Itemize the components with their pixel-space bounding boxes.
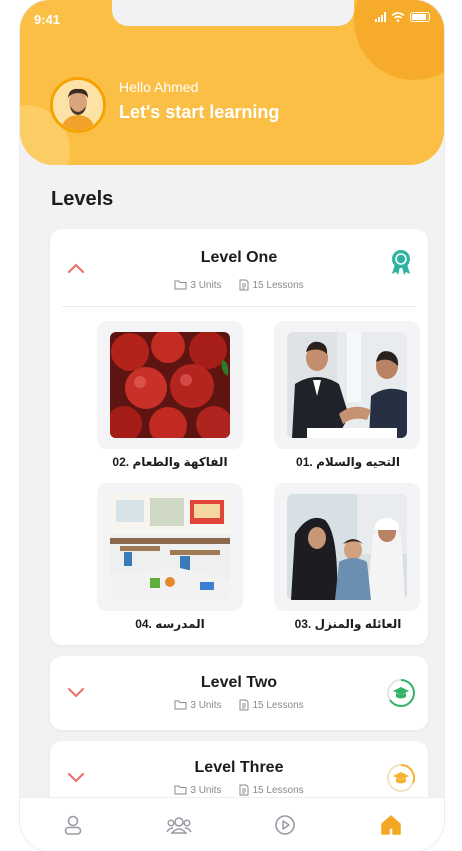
document-icon [239,784,249,796]
divider [62,306,416,307]
handshake-image [287,332,407,438]
header: 9:41 Hello Ahmed Let's start learning [20,0,444,165]
bottom-tab-bar [20,797,444,851]
unit-tile[interactable] [274,321,420,449]
progress-graduation-icon [387,679,415,707]
wifi-icon [391,12,405,22]
folder-icon [174,700,187,710]
unit-tile[interactable] [97,483,243,611]
tab-community[interactable] [159,805,199,845]
lessons-count: 15 Lessons [239,279,304,291]
phone-screen: 9:41 Hello Ahmed Let's start learning Le… [20,0,444,851]
progress-graduation-icon [387,764,415,792]
family-image [287,494,407,600]
status-bar: 9:41 [20,0,444,30]
award-ribbon-icon [392,250,410,275]
avatar[interactable] [50,77,106,133]
document-icon [239,699,249,711]
level-meta: 3 Units 15 Lessons [50,699,428,711]
document-icon [239,279,249,291]
community-icon[interactable] [166,814,192,836]
section-title: Levels [51,188,114,210]
classroom-image [110,494,230,600]
level-card-two[interactable]: Level Two 3 Units 15 Lessons [50,656,428,730]
units-count: 3 Units [174,784,221,796]
profile-icon[interactable] [62,814,84,836]
unit-label[interactable]: 03. العائله والمنزل [268,617,428,631]
unit-label[interactable]: 01. التحيه والسلام [268,455,428,469]
level-title: Level Three [194,759,284,776]
folder-icon [174,280,187,290]
signal-icon [375,12,386,22]
level-meta: 3 Units 15 Lessons [50,279,428,291]
status-time: 9:41 [34,12,61,27]
level-title: Level Two [200,674,278,691]
level-title: Level One [200,249,278,266]
unit-tile[interactable] [274,483,420,611]
unit-tile[interactable] [97,321,243,449]
tab-profile[interactable] [53,805,93,845]
apples-image [110,332,230,438]
unit-label[interactable]: 02. الفاكهة والطعام [90,455,250,469]
tab-videos[interactable] [265,805,305,845]
units-count: 3 Units [174,699,221,711]
unit-label[interactable]: 04. المدرسه [90,617,250,631]
tab-home[interactable] [371,805,411,845]
tagline-text: Let's start learning [119,102,280,122]
units-count: 3 Units [174,279,221,291]
level-card-one[interactable]: Level One 3 Units 15 Lessons 02. الفاكهة… [50,229,428,645]
video-icon[interactable] [274,814,296,836]
battery-icon [410,12,430,22]
status-icons [375,12,430,22]
level-meta: 3 Units 15 Lessons [50,784,428,796]
home-icon[interactable] [379,814,403,836]
folder-icon [174,785,187,795]
greeting-text: Hello Ahmed [119,79,199,95]
lessons-count: 15 Lessons [239,784,304,796]
lessons-count: 15 Lessons [239,699,304,711]
